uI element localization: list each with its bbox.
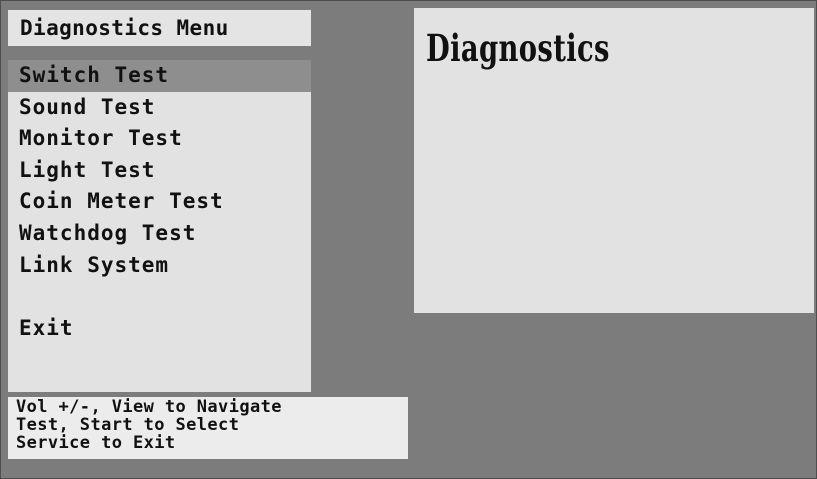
diagnostics-menu-list: Switch Test Sound Test Monitor Test Ligh… — [8, 60, 311, 344]
menu-item-coin-meter-test[interactable]: Coin Meter Test — [8, 186, 311, 218]
menu-title: Diagnostics Menu — [8, 10, 311, 46]
menu-divider — [8, 46, 311, 60]
diagnostics-display-panel: Diagnostics — [414, 8, 814, 313]
menu-item-switch-test[interactable]: Switch Test — [8, 60, 311, 92]
menu-item-sound-test[interactable]: Sound Test — [8, 92, 311, 124]
menu-item-watchdog-test[interactable]: Watchdog Test — [8, 218, 311, 250]
menu-spacer — [8, 281, 311, 313]
menu-item-light-test[interactable]: Light Test — [8, 155, 311, 187]
help-line-select: Test, Start to Select — [16, 415, 240, 435]
menu-item-exit[interactable]: Exit — [8, 313, 311, 345]
navigation-help-box: Vol +/-, View to Navigate Test, Start to… — [8, 397, 408, 459]
menu-item-link-system[interactable]: Link System — [8, 250, 311, 282]
help-line-navigate: Vol +/-, View to Navigate — [16, 397, 282, 417]
display-title: Diagnostics — [426, 26, 610, 70]
menu-item-monitor-test[interactable]: Monitor Test — [8, 123, 311, 155]
help-line-exit: Service to Exit — [16, 433, 176, 453]
